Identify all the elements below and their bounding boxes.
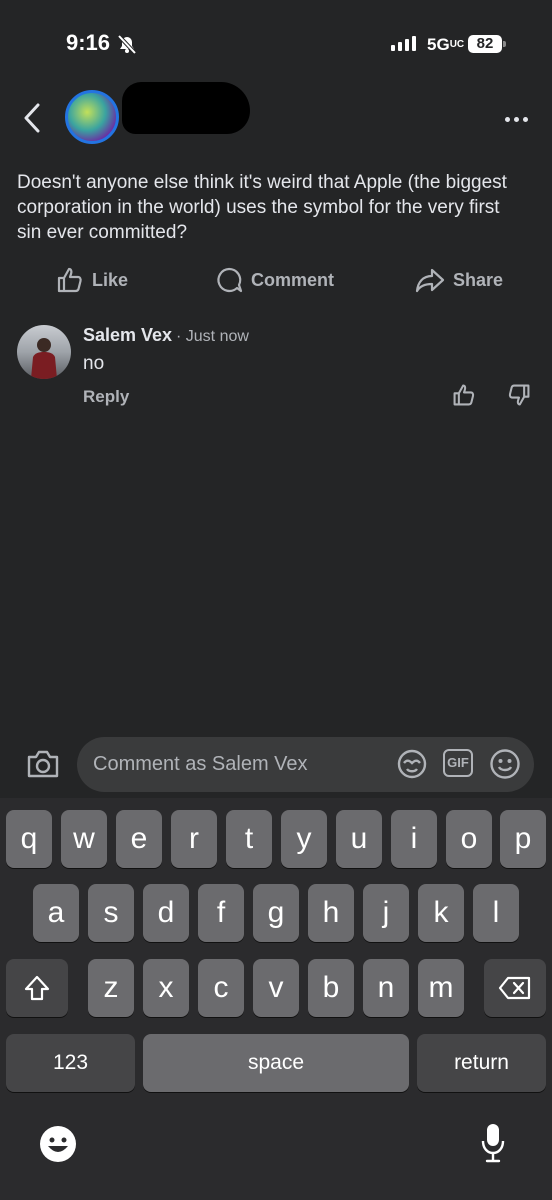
- key-q[interactable]: q: [6, 810, 52, 868]
- avatar-sticker-icon[interactable]: [395, 748, 429, 780]
- key-l[interactable]: l: [473, 884, 519, 942]
- space-key[interactable]: space: [143, 1034, 409, 1092]
- key-j[interactable]: j: [363, 884, 409, 942]
- key-n[interactable]: n: [363, 959, 409, 1017]
- poster-avatar[interactable]: [65, 90, 119, 144]
- share-button[interactable]: Share: [415, 266, 503, 294]
- gif-icon[interactable]: GIF: [443, 749, 473, 777]
- battery-icon: 82: [468, 35, 502, 53]
- delete-key[interactable]: [484, 959, 546, 1017]
- like-button[interactable]: Like: [56, 266, 128, 294]
- key-r[interactable]: r: [171, 810, 217, 868]
- comment-button[interactable]: Comment: [215, 266, 334, 294]
- post-text: Doesn't anyone else think it's weird tha…: [17, 172, 507, 243]
- delete-icon: [498, 976, 531, 1000]
- thumbs-up-icon[interactable]: [452, 383, 476, 407]
- key-y[interactable]: y: [281, 810, 327, 868]
- key-m[interactable]: m: [418, 959, 464, 1017]
- comment-icon: [217, 267, 243, 293]
- camera-icon[interactable]: [26, 748, 60, 780]
- share-label: Share: [453, 269, 504, 290]
- key-p[interactable]: p: [500, 810, 546, 868]
- numbers-key[interactable]: 123: [6, 1034, 135, 1092]
- like-icon: [57, 267, 82, 293]
- shift-key[interactable]: [6, 959, 68, 1017]
- redacted-author: [122, 82, 250, 134]
- key-e[interactable]: e: [116, 810, 162, 868]
- emoji-icon[interactable]: [39, 1125, 77, 1163]
- comment-placeholder: Comment as Salem Vex: [93, 753, 308, 775]
- return-key[interactable]: return: [417, 1034, 546, 1092]
- shift-icon: [24, 975, 50, 1001]
- key-u[interactable]: u: [336, 810, 382, 868]
- keyboard: q w e r t y u i o p a s d f g h j k l z …: [0, 798, 552, 1200]
- comment-label: Comment: [251, 269, 335, 290]
- key-h[interactable]: h: [308, 884, 354, 942]
- battery-tip: [503, 41, 506, 47]
- key-g[interactable]: g: [253, 884, 299, 942]
- key-x[interactable]: x: [143, 959, 189, 1017]
- key-s[interactable]: s: [88, 884, 134, 942]
- back-icon[interactable]: [22, 102, 42, 134]
- comment-text: no: [83, 353, 105, 374]
- signal-icon: [391, 36, 416, 51]
- comment-author[interactable]: Salem Vex: [83, 325, 172, 346]
- key-f[interactable]: f: [198, 884, 244, 942]
- key-v[interactable]: v: [253, 959, 299, 1017]
- commenter-avatar[interactable]: [17, 325, 71, 379]
- key-w[interactable]: w: [61, 810, 107, 868]
- network-suffix: UC: [449, 39, 465, 50]
- more-icon[interactable]: [505, 117, 528, 122]
- key-c[interactable]: c: [198, 959, 244, 1017]
- key-b[interactable]: b: [308, 959, 354, 1017]
- comment-time: · Just now: [176, 328, 249, 345]
- status-time: 9:16: [66, 30, 111, 55]
- like-label: Like: [92, 269, 129, 290]
- network-indicator: 5GUC: [427, 35, 464, 55]
- key-o[interactable]: o: [446, 810, 492, 868]
- key-a[interactable]: a: [33, 884, 79, 942]
- smiley-icon[interactable]: [489, 748, 521, 780]
- key-i[interactable]: i: [391, 810, 437, 868]
- reply-button[interactable]: Reply: [83, 387, 129, 407]
- microphone-icon[interactable]: [480, 1122, 506, 1164]
- bell-slash-icon: [117, 34, 137, 54]
- key-d[interactable]: d: [143, 884, 189, 942]
- key-t[interactable]: t: [226, 810, 272, 868]
- key-k[interactable]: k: [418, 884, 464, 942]
- share-icon: [415, 268, 445, 293]
- network-label: 5G: [427, 35, 450, 54]
- key-z[interactable]: z: [88, 959, 134, 1017]
- thumbs-down-icon[interactable]: [507, 383, 531, 407]
